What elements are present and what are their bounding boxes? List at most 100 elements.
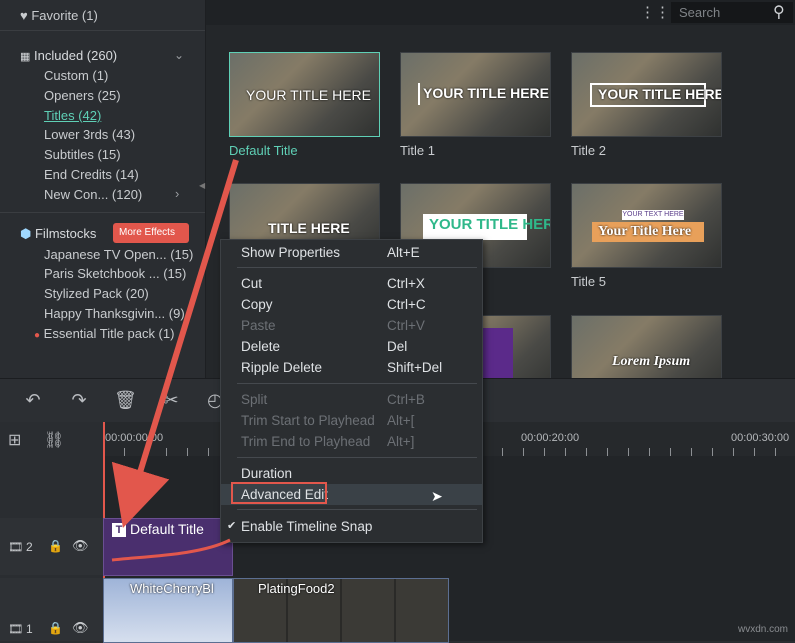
sidebar-item-label: End Credits (14) xyxy=(44,167,139,182)
more-effects-callout[interactable]: More Effects xyxy=(113,223,189,243)
sidebar-item-label: Included (260) xyxy=(34,48,118,63)
divider xyxy=(0,30,205,31)
track-headers: ⊞ ⛓ 🎞 2 🔒 👁 🎞 1 🔒 👁 xyxy=(0,422,104,641)
video-clip-cherry[interactable]: WhiteCherryBl xyxy=(103,578,233,643)
menu-item-delete[interactable]: Delete Del xyxy=(221,336,482,357)
chevron-down-icon[interactable]: ⌄ xyxy=(174,48,184,62)
gallery-item-title-2[interactable]: YOUR TITLE HERE xyxy=(571,52,722,137)
sidebar-item-stylized-pack[interactable]: Stylized Pack (20) xyxy=(44,284,149,304)
menu-separator xyxy=(237,457,477,458)
sidebar-item-happy-thanksgiving[interactable]: Happy Thanksgivin... (9) xyxy=(44,304,185,324)
video-clip-plating[interactable]: PlatingFood2 xyxy=(233,578,449,643)
menu-label: Trim End to Playhead xyxy=(241,434,371,449)
sidebar-item-subtitles[interactable]: Subtitles (15) xyxy=(44,145,121,165)
title-clip[interactable]: T Default Title xyxy=(103,518,233,576)
gallery-caption[interactable]: Title 1 xyxy=(400,143,435,158)
gallery-caption[interactable]: Title 2 xyxy=(571,143,606,158)
cut-icon[interactable]: ✂ xyxy=(160,389,182,411)
title-block-decoration xyxy=(483,328,513,378)
menu-item-trim-start: Trim Start to Playhead Alt+[ xyxy=(221,410,482,431)
highlight-box xyxy=(231,482,327,504)
sidebar-item-filmstocks[interactable]: ⬢ Filmstocks xyxy=(20,224,96,244)
menu-item-ripple-delete[interactable]: Ripple Delete Shift+Del xyxy=(221,357,482,378)
gallery-item-title-5[interactable]: YOUR TEXT HERE Your Title Here xyxy=(571,183,722,268)
heart-icon: ♥ xyxy=(20,8,28,23)
menu-separator xyxy=(237,383,477,384)
menu-shortcut: Ctrl+B xyxy=(387,392,425,407)
menu-label: Copy xyxy=(241,297,273,312)
sidebar-item-lower-3rds[interactable]: Lower 3rds (43) xyxy=(44,125,135,145)
thumb-subtext: YOUR TEXT HERE xyxy=(622,210,684,220)
menu-item-show-properties[interactable]: Show Properties Alt+E xyxy=(221,242,482,263)
watermark: wvxdn.com xyxy=(738,624,789,635)
eye-icon[interactable]: 👁 xyxy=(72,538,89,554)
sidebar-item-label: Happy Thanksgivin... (9) xyxy=(44,306,185,321)
clip-label: WhiteCherryBl xyxy=(130,581,214,596)
menu-shortcut: Alt+] xyxy=(387,434,415,449)
thumb-text: YOUR TITLE HERE xyxy=(423,85,550,101)
gallery-caption[interactable]: Default Title xyxy=(229,143,298,158)
library-sidebar: ♥ Favorite (1) ▦ Included (260) ⌄ Custom… xyxy=(0,0,206,378)
gallery-item-title-1[interactable]: YOUR TITLE HERE xyxy=(400,52,551,137)
delete-icon[interactable]: 🗑 xyxy=(114,389,137,411)
menu-item-split: Split Ctrl+B xyxy=(221,389,482,410)
menu-item-enable-snap[interactable]: ✔ Enable Timeline Snap xyxy=(221,516,482,537)
menu-shortcut: Ctrl+X xyxy=(387,276,425,291)
sidebar-item-included[interactable]: ▦ Included (260) xyxy=(20,46,117,66)
sidebar-item-paris-sketchbook[interactable]: Paris Sketchbook ... (15) xyxy=(44,264,186,284)
redo-icon[interactable]: ↷ xyxy=(68,389,90,411)
sidebar-item-new-content[interactable]: New Con... (120) xyxy=(44,185,142,205)
sidebar-item-custom[interactable]: Custom (1) xyxy=(44,66,108,86)
thumb-text: YOUR TITLE HERE xyxy=(598,86,722,102)
sidebar-item-japanese-tv[interactable]: Japanese TV Open... (15) xyxy=(44,245,193,265)
sidebar-item-end-credits[interactable]: End Credits (14) xyxy=(44,165,139,185)
track-header-1: 🎞 1 🔒 👁 xyxy=(0,578,103,641)
sidebar-item-essential-title-pack[interactable]: ● Essential Title pack (1) xyxy=(34,324,174,344)
library-topbar: ⋮⋮⋮ Search ⚲ xyxy=(206,0,795,25)
sidebar-item-openers[interactable]: Openers (25) xyxy=(44,86,121,106)
search-placeholder: Search xyxy=(679,5,721,20)
sidebar-item-label: New Con... (120) xyxy=(44,187,143,202)
menu-shortcut: Ctrl+V xyxy=(387,318,425,333)
chevron-right-icon[interactable]: › xyxy=(175,186,179,201)
undo-icon[interactable]: ↶ xyxy=(22,389,44,411)
sidebar-item-label: Filmstocks xyxy=(34,226,97,241)
gallery-item-default-title[interactable]: YOUR TITLE HERE xyxy=(229,52,380,137)
clip-label: PlatingFood2 xyxy=(258,581,335,596)
sidebar-item-favorite[interactable]: ♥ Favorite (1) xyxy=(20,6,98,26)
unlink-icon[interactable]: ⛓ xyxy=(44,430,64,450)
menu-shortcut: Shift+Del xyxy=(387,360,443,375)
search-icon[interactable]: ⚲ xyxy=(773,2,785,22)
menu-item-advanced-edit[interactable]: Advanced Edit ➤ xyxy=(221,482,482,505)
search-box[interactable]: Search ⚲ xyxy=(671,2,793,23)
grid-icon: ▦ xyxy=(20,51,31,63)
gallery-item-title-8[interactable]: Lorem Ipsum xyxy=(571,315,722,378)
gallery-caption[interactable]: Title 5 xyxy=(571,274,606,289)
menu-item-duration[interactable]: Duration xyxy=(221,463,482,484)
sidebar-item-titles[interactable]: Titles (42) xyxy=(44,106,101,126)
menu-item-cut[interactable]: Cut Ctrl+X xyxy=(221,273,482,294)
eye-icon[interactable]: 👁 xyxy=(72,620,89,636)
new-dot-icon: ● xyxy=(34,330,41,341)
lock-icon[interactable]: 🔒 xyxy=(48,539,63,553)
sidebar-item-label: Japanese TV Open... (15) xyxy=(44,247,194,262)
context-menu: Show Properties Alt+E Cut Ctrl+X Copy Ctrl+… xyxy=(220,239,483,543)
playhead[interactable] xyxy=(103,422,105,456)
menu-shortcut: Ctrl+C xyxy=(387,297,426,312)
sidebar-item-label: Titles (42) xyxy=(44,108,102,123)
thumb-text: YOUR TITLE HERE xyxy=(429,216,551,233)
ruler-time: 00:00:20:00 xyxy=(521,432,580,444)
add-track-icon[interactable]: ⊞ xyxy=(8,430,21,450)
divider xyxy=(0,212,205,213)
lock-icon[interactable]: 🔒 xyxy=(48,621,63,635)
menu-item-copy[interactable]: Copy Ctrl+C xyxy=(221,294,482,315)
thumb-text: TITLE HERE xyxy=(268,220,350,236)
thumb-text: Lorem Ipsum xyxy=(612,354,691,369)
track-number: 2 xyxy=(26,540,33,554)
menu-label: Ripple Delete xyxy=(241,360,323,375)
menu-label: Cut xyxy=(241,276,263,291)
menu-item-paste: Paste Ctrl+V xyxy=(221,315,482,336)
collapse-handle[interactable]: ◀ xyxy=(199,181,205,190)
sidebar-item-label: Subtitles (15) xyxy=(44,147,121,162)
filmstocks-icon: ⬢ xyxy=(20,226,32,241)
